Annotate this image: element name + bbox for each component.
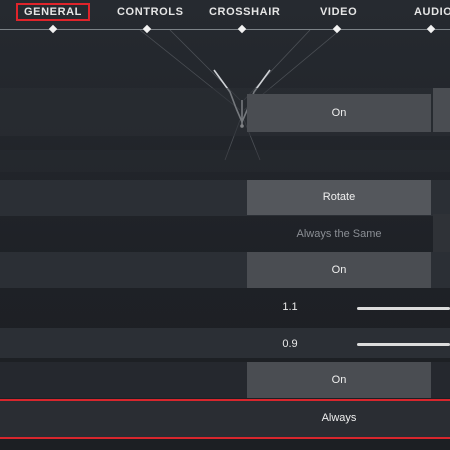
slider-1-value: 1.1 [282, 301, 298, 313]
tab-marker-audio [426, 24, 436, 34]
tab-marker-crosshair [237, 24, 247, 34]
setting-row-3-side-panel [433, 214, 450, 252]
setting-row-7-value-button[interactable]: On [247, 362, 431, 398]
slider-2-value: 0.9 [282, 338, 298, 350]
tab-marker-video [332, 24, 342, 34]
setting-row-2-value-button[interactable]: Rotate [247, 180, 431, 215]
tab-general[interactable]: GENERAL [16, 3, 90, 21]
setting-row-4-value-button[interactable]: On [247, 252, 431, 288]
setting-slider-2-row: 0.9 [0, 330, 450, 356]
tab-controls[interactable]: CONTROLS [117, 3, 184, 21]
setting-slider-1-row: 1.1 [0, 295, 450, 321]
tab-marker-controls [142, 24, 152, 34]
slider-2-track[interactable] [357, 343, 450, 346]
divider-band [0, 150, 450, 172]
tab-marker-general [48, 24, 58, 34]
tab-bar-divider [0, 29, 450, 30]
tab-video[interactable]: VIDEO [320, 3, 357, 21]
slider-1-track[interactable] [357, 307, 450, 310]
settings-screen: GENERAL CONTROLS CROSSHAIR VIDEO AUDIO O… [0, 0, 450, 450]
setting-row-1-side-panel [433, 88, 450, 132]
setting-row-8-value[interactable]: Always [247, 401, 431, 437]
setting-row-8-highlighted: Always [0, 399, 450, 439]
setting-row-1-value-button[interactable]: On [247, 94, 431, 132]
setting-row-3-value[interactable]: Always the Same [247, 222, 431, 246]
tab-crosshair[interactable]: CROSSHAIR [209, 3, 280, 21]
settings-tab-bar: GENERAL CONTROLS CROSSHAIR VIDEO AUDIO [0, 0, 450, 34]
tab-audio[interactable]: AUDIO [414, 3, 450, 21]
